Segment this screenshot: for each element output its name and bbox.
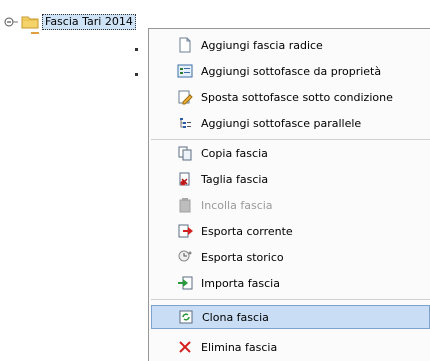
export-icon bbox=[177, 223, 193, 239]
expand-toggle-icon[interactable] bbox=[4, 15, 18, 29]
new-document-icon bbox=[177, 37, 193, 53]
tree-node-row[interactable]: Fascia Tari 2014 bbox=[4, 12, 136, 32]
menu-item-label: Incolla fascia bbox=[201, 198, 273, 212]
menu-item-label: Importa fascia bbox=[201, 276, 280, 290]
menu-item-label: Esporta corrente bbox=[201, 224, 293, 238]
paste-icon bbox=[177, 197, 193, 213]
context-menu: Aggiungi fascia radice Aggiungi sottofas… bbox=[148, 28, 430, 361]
menu-item-aggiungi-sottofasce-parallele[interactable]: Aggiungi sottofasce parallele bbox=[151, 111, 430, 135]
menu-item-label: Taglia fascia bbox=[201, 172, 269, 186]
menu-item-aggiungi-fascia-radice[interactable]: Aggiungi fascia radice bbox=[151, 33, 430, 57]
menu-item-copia-fascia[interactable]: Copia fascia bbox=[151, 141, 430, 165]
tree-list-icon bbox=[177, 115, 193, 131]
folder-icon bbox=[21, 15, 39, 29]
menu-item-label: Clona fascia bbox=[202, 310, 269, 324]
background-marks bbox=[135, 48, 143, 98]
import-icon bbox=[177, 275, 193, 291]
menu-item-clona-fascia[interactable]: Clona fascia bbox=[151, 305, 430, 329]
menu-item-label: Aggiungi sottofasce da proprietà bbox=[201, 64, 382, 78]
menu-item-importa-fascia[interactable]: Importa fascia bbox=[151, 271, 430, 295]
node-marker bbox=[31, 32, 39, 34]
menu-separator bbox=[151, 299, 430, 300]
edit-document-icon bbox=[177, 89, 193, 105]
cut-icon bbox=[177, 171, 193, 187]
properties-list-icon bbox=[177, 63, 193, 79]
menu-item-sposta-sottofasce[interactable]: Sposta sottofasce sotto condizione bbox=[151, 85, 430, 109]
clone-icon bbox=[178, 309, 194, 325]
menu-item-label: Sposta sottofasce sotto condizione bbox=[201, 90, 393, 104]
menu-item-label: Esporta storico bbox=[201, 250, 284, 264]
tree-node-label[interactable]: Fascia Tari 2014 bbox=[42, 14, 136, 30]
menu-item-elimina-fascia[interactable]: Elimina fascia bbox=[151, 335, 430, 359]
menu-item-incolla-fascia[interactable]: Incolla fascia bbox=[151, 193, 430, 217]
history-icon bbox=[177, 249, 193, 265]
menu-item-label: Aggiungi sottofasce parallele bbox=[201, 116, 362, 130]
menu-item-esporta-corrente[interactable]: Esporta corrente bbox=[151, 219, 430, 243]
menu-item-aggiungi-sottofasce-da-proprieta[interactable]: Aggiungi sottofasce da proprietà bbox=[151, 59, 430, 83]
menu-item-label: Aggiungi fascia radice bbox=[201, 38, 323, 52]
menu-item-label: Copia fascia bbox=[201, 146, 268, 160]
delete-icon bbox=[177, 339, 193, 355]
menu-item-taglia-fascia[interactable]: Taglia fascia bbox=[151, 167, 430, 191]
menu-separator bbox=[151, 139, 430, 140]
menu-item-label: Elimina fascia bbox=[201, 340, 278, 354]
copy-icon bbox=[177, 145, 193, 161]
menu-item-esporta-storico[interactable]: Esporta storico bbox=[151, 245, 430, 269]
